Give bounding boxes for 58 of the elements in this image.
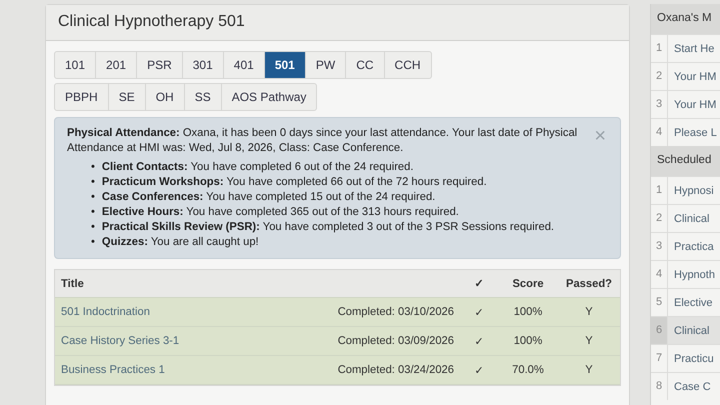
course-tab[interactable]: AOS Pathway bbox=[222, 84, 316, 110]
requirement-item: Practical Skills Review (PSR): You have completed 3 out of the 3 PSR Sessions required. bbox=[102, 220, 554, 235]
table-cell-text: 70.0% bbox=[511, 364, 545, 376]
column-header: Passed? bbox=[564, 278, 614, 290]
table-cell-text: Completed: 03/24/2026 bbox=[336, 364, 455, 376]
list-bullet: • bbox=[91, 205, 95, 220]
course-tab[interactable]: 301 bbox=[182, 52, 224, 78]
sidebar-item[interactable]: 3 Practica bbox=[651, 232, 720, 260]
list-bullet: • bbox=[91, 235, 95, 250]
course-tab[interactable]: 201 bbox=[96, 52, 138, 78]
list-bullet: • bbox=[91, 175, 95, 190]
sidebar-item[interactable]: 2 Your HM bbox=[651, 62, 720, 90]
requirement-item: Quizzes: You are all caught up! bbox=[102, 235, 259, 250]
sidebar-item[interactable]: 6 Clinical bbox=[651, 316, 720, 344]
column-header: Title bbox=[60, 278, 85, 290]
course-tab[interactable]: 501 bbox=[264, 52, 306, 78]
requirement-item: Case Conferences: You have completed 15 out of the 24 required. bbox=[102, 190, 436, 205]
sidebar-item[interactable]: 3 Your HM bbox=[651, 90, 720, 118]
requirement-item: Client Contacts: You have completed 6 out of the 24 required. bbox=[102, 160, 414, 175]
course-tab[interactable]: PSR bbox=[137, 52, 183, 78]
sidebar-heading: Scheduled bbox=[651, 146, 720, 176]
table-cell-text: 100% bbox=[512, 335, 544, 347]
table-cell-text: Y bbox=[584, 364, 594, 376]
quiz-link[interactable]: 501 Indoctrination bbox=[61, 306, 150, 318]
list-bullet: • bbox=[91, 190, 95, 205]
column-header: Score bbox=[511, 278, 545, 290]
table-cell-text: ✓ bbox=[474, 334, 484, 348]
course-tab[interactable]: PBPH bbox=[55, 84, 109, 110]
sidebar-heading: Oxana's M bbox=[651, 4, 720, 34]
list-bullet: • bbox=[91, 220, 95, 235]
column-header: ✓ bbox=[474, 277, 484, 290]
sidebar-item[interactable]: 7 Practicu bbox=[651, 344, 720, 372]
course-tab[interactable]: SS bbox=[184, 84, 222, 110]
table-cell-text: ✓ bbox=[474, 364, 484, 376]
table-cell-text: Y bbox=[584, 306, 594, 318]
panel-title: Clinical Hypnotherapy 501 bbox=[46, 5, 629, 41]
requirement-item: Practicum Workshops: You have completed 66 out of the 72 hours required. bbox=[102, 175, 487, 190]
course-tab[interactable]: PW bbox=[306, 52, 346, 78]
quiz-link[interactable]: Case History Series 3-1 bbox=[61, 335, 180, 347]
attendance-message: Physical Attendance: Oxana, it has been 0 days since your last attendance. Your last date of Physical Attendance at HMI was: Wed, Jul 8, 2026, Class: Case Conference. bbox=[67, 126, 578, 156]
course-tab[interactable]: CCH bbox=[384, 52, 431, 78]
sidebar-item[interactable]: 1 Hypnosi bbox=[651, 176, 720, 204]
sidebar-item[interactable]: 1 Start He bbox=[651, 34, 720, 62]
list-bullet: • bbox=[91, 160, 95, 175]
course-tab[interactable]: SE bbox=[108, 84, 146, 110]
course-tab[interactable]: 101 bbox=[55, 52, 96, 78]
sidebar-item[interactable]: 8 Case C bbox=[651, 372, 720, 400]
table-cell-text: ✓ bbox=[474, 306, 484, 318]
sidebar-item[interactable]: 2 Clinical bbox=[651, 204, 720, 232]
course-tab[interactable]: OH bbox=[146, 84, 185, 110]
course-tab[interactable]: CC bbox=[346, 52, 385, 78]
table-cell-text: Y bbox=[584, 335, 594, 347]
table-cell-text: 100% bbox=[512, 306, 544, 318]
sidebar-item[interactable]: 4 Hypnoth bbox=[651, 260, 720, 288]
quiz-link[interactable]: Business Practices 1 bbox=[61, 364, 165, 376]
table-cell-text: Completed: 03/10/2026 bbox=[336, 306, 455, 318]
requirement-item: Elective Hours: You have completed 365 out of the 313 hours required. bbox=[102, 205, 459, 220]
table-cell-text: Completed: 03/09/2026 bbox=[336, 335, 455, 347]
